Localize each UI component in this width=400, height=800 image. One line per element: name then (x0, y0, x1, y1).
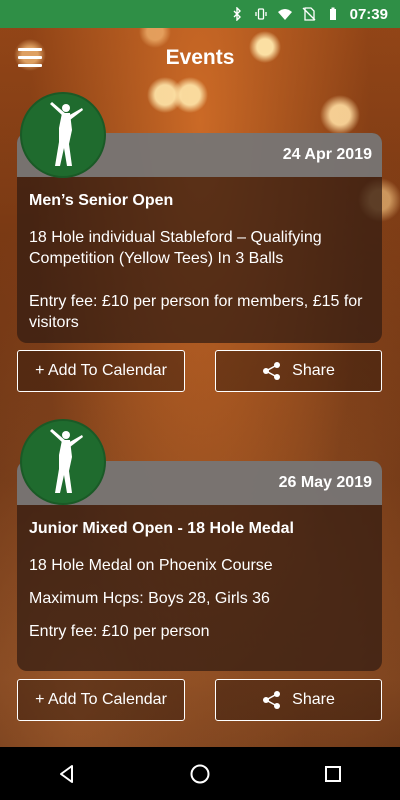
home-icon[interactable] (187, 761, 213, 787)
event-title: Junior Mixed Open - 18 Hole Medal (29, 520, 294, 537)
club-logo (20, 419, 106, 505)
event-description: 18 Hole individual Stableford – Qualifyi… (29, 229, 322, 267)
no-sim-icon (302, 7, 316, 21)
bluetooth-icon (230, 7, 244, 21)
system-nav-bar (0, 747, 400, 800)
page-title: Events (165, 46, 235, 69)
event-details: Maximum Hcps: Boys 28, Girls 36 (29, 590, 270, 607)
event-date: 24 Apr 2019 (282, 146, 372, 163)
share-icon (263, 691, 281, 709)
golfer-icon (50, 429, 83, 493)
event-fee: Entry fee: £10 per person (29, 623, 210, 640)
share-label: Share (292, 691, 335, 708)
share-label: Share (292, 362, 335, 379)
battery-icon (326, 7, 340, 21)
back-icon[interactable] (54, 761, 80, 787)
share-button[interactable]: Share (215, 350, 382, 392)
event-description: 18 Hole Medal on Phoenix Course (29, 557, 273, 574)
vibrate-icon (254, 7, 268, 21)
add-to-calendar-label: + Add To Calendar (35, 362, 167, 379)
share-icon (263, 362, 281, 380)
status-bar: 07:39 (0, 0, 400, 28)
status-time: 07:39 (349, 5, 388, 23)
event-details: Entry fee: £10 per person for members, £… (29, 293, 363, 331)
add-to-calendar-label: + Add To Calendar (35, 691, 167, 708)
event-date: 26 May 2019 (278, 474, 372, 491)
add-to-calendar-button[interactable]: + Add To Calendar (17, 679, 185, 721)
add-to-calendar-button[interactable]: + Add To Calendar (17, 350, 185, 392)
share-button[interactable]: Share (215, 679, 382, 721)
recents-icon[interactable] (320, 761, 346, 787)
wifi-icon (277, 7, 292, 21)
app-bar: Events (0, 28, 400, 88)
event-title: Men’s Senior Open (29, 192, 174, 209)
golfer-icon (50, 102, 83, 166)
club-logo (20, 92, 106, 178)
